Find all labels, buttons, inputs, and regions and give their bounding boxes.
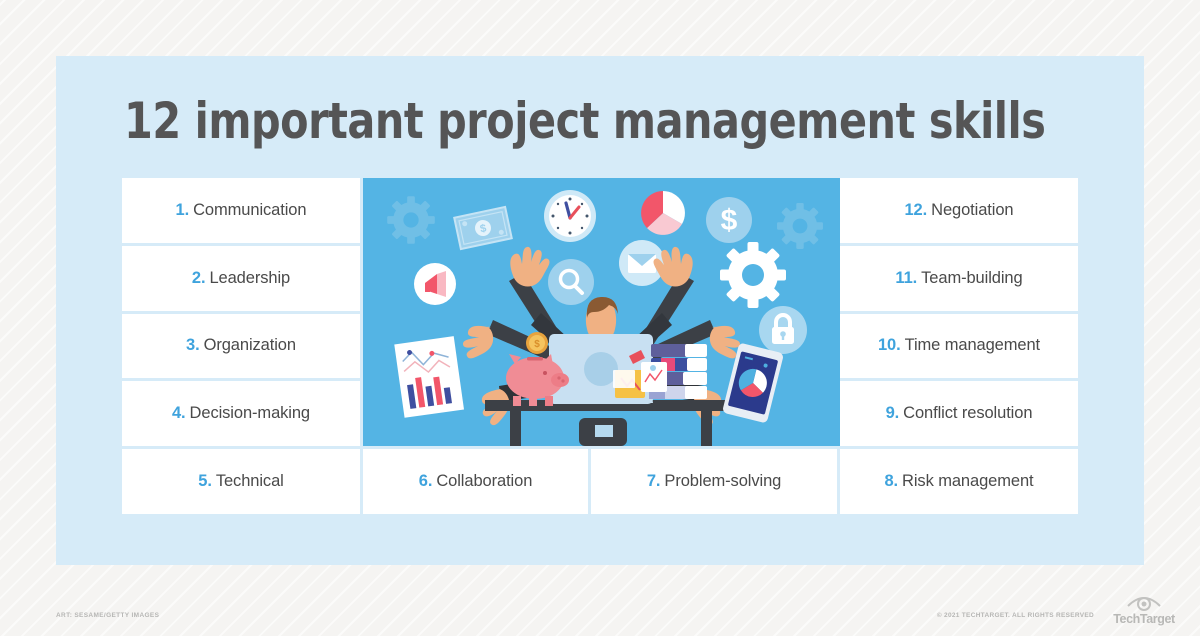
skill-label-8: 8. Risk management [884,472,1033,491]
skill-cell-4[interactable]: 4. Decision-making [122,381,360,446]
skill-cell-12[interactable]: 12. Negotiation [840,178,1078,243]
skill-number-3: 3. [186,336,200,355]
skill-cell-9[interactable]: 9. Conflict resolution [840,381,1078,446]
skill-label-3: 3. Organization [186,336,296,355]
eye-icon [1127,597,1161,611]
skill-cell-7[interactable]: 7. Problem-solving [591,449,838,514]
svg-text:$: $ [721,204,738,237]
skill-text-10: Time management [904,336,1041,355]
gear-icon [777,203,823,249]
infographic-panel: 12 important project management skills 1… [56,56,1144,565]
megaphone-icon [414,263,456,305]
skill-text-2: Leadership [209,268,291,287]
skill-number-9: 9. [885,404,900,423]
clock-icon [544,190,596,242]
skill-label-5: 5. Technical [198,472,284,491]
skills-bottom-row: 5. Technical 6. Collaboration 7. Problem-so… [122,449,1079,514]
skill-number-2: 2. [191,268,206,287]
skill-number-8: 8. [884,472,899,490]
skill-label-1: 1. Communication [176,201,307,220]
skill-text-11: Team-building [921,268,1023,287]
skill-label-6: 6. Collaboration [419,472,533,491]
illustration-panel: $ $ $ [363,178,840,446]
pie-chart-icon [641,191,685,235]
desk-leg-right [701,411,712,446]
skills-grid: 1. Communication 2. Leadership 3. Organizat… [122,178,1079,514]
skill-number-6: 6. [418,472,433,490]
bar-chart-paper-icon [394,336,464,418]
lock-icon [759,306,807,354]
skill-cell-6[interactable]: 6. Collaboration [363,449,589,514]
desk-leg-left [510,411,521,446]
skill-label-10: 10. Time management [878,336,1040,355]
gear-icon [720,242,786,308]
skill-number-10: 10. [877,336,901,355]
skill-label-9: 9. Conflict resolution [886,404,1033,423]
skills-right-column: 12. Negotiation 11. Team-building 10. Time … [840,178,1078,446]
techtarget-wordmark: TechTarget [1113,612,1175,626]
skill-text-12: Negotiation [931,200,1014,219]
skill-cell-11[interactable]: 11. Team-building [840,245,1078,311]
skill-label-2: 2. Leadership [192,269,290,288]
techtarget-logo: TechTarget [1100,592,1188,628]
skill-text-8: Risk management [902,472,1034,490]
skills-left-column: 1. Communication 2. Leadership 3. Organizat… [122,178,360,446]
skill-text-4: Decision-making [189,404,311,423]
skill-label-7: 7. Problem-solving [647,472,781,491]
chart-paper-icon [613,370,635,388]
skill-cell-10[interactable]: 10. Time management [840,313,1078,379]
skill-cell-3[interactable]: 3. Organization [122,313,360,379]
skill-text-9: Conflict resolution [903,404,1033,423]
magnifier-icon [548,259,594,305]
skill-cell-8[interactable]: 8. Risk management [840,449,1079,514]
svg-text:$: $ [534,339,540,350]
skill-text-3: Organization [203,336,296,355]
skill-number-4: 4. [171,404,186,423]
dollar-coin-icon: $ [706,197,752,243]
skill-number-7: 7. [646,472,661,490]
dollar-coin-icon: $ [526,332,548,354]
skill-label-4: 4. Decision-making [172,404,310,423]
skill-label-11: 11. Team-building [895,269,1022,288]
skill-text-5: Technical [215,472,284,490]
multitasking-businessman-illustration: $ $ $ [363,178,840,446]
skill-cell-2[interactable]: 2. Leadership [122,245,360,311]
skill-number-1: 1. [175,200,190,219]
copyright-notice: © 2021 TECHTARGET. ALL RIGHTS RESERVED [936,612,1094,619]
art-credit: ART: SESAME/GETTY IMAGES [56,612,160,619]
skill-number-12: 12. [904,200,928,219]
skill-text-6: Collaboration [436,472,533,490]
gear-icon [387,196,435,244]
skill-cell-5[interactable]: 5. Technical [122,449,360,514]
skill-number-11: 11. [895,268,918,287]
skill-label-12: 12. Negotiation [904,201,1013,220]
skill-text-7: Problem-solving [664,472,782,490]
skill-text-1: Communication [193,200,307,219]
page-title: 12 important project management skills [124,92,1046,150]
skill-number-5: 5. [198,472,212,490]
skill-cell-1[interactable]: 1. Communication [122,178,360,243]
